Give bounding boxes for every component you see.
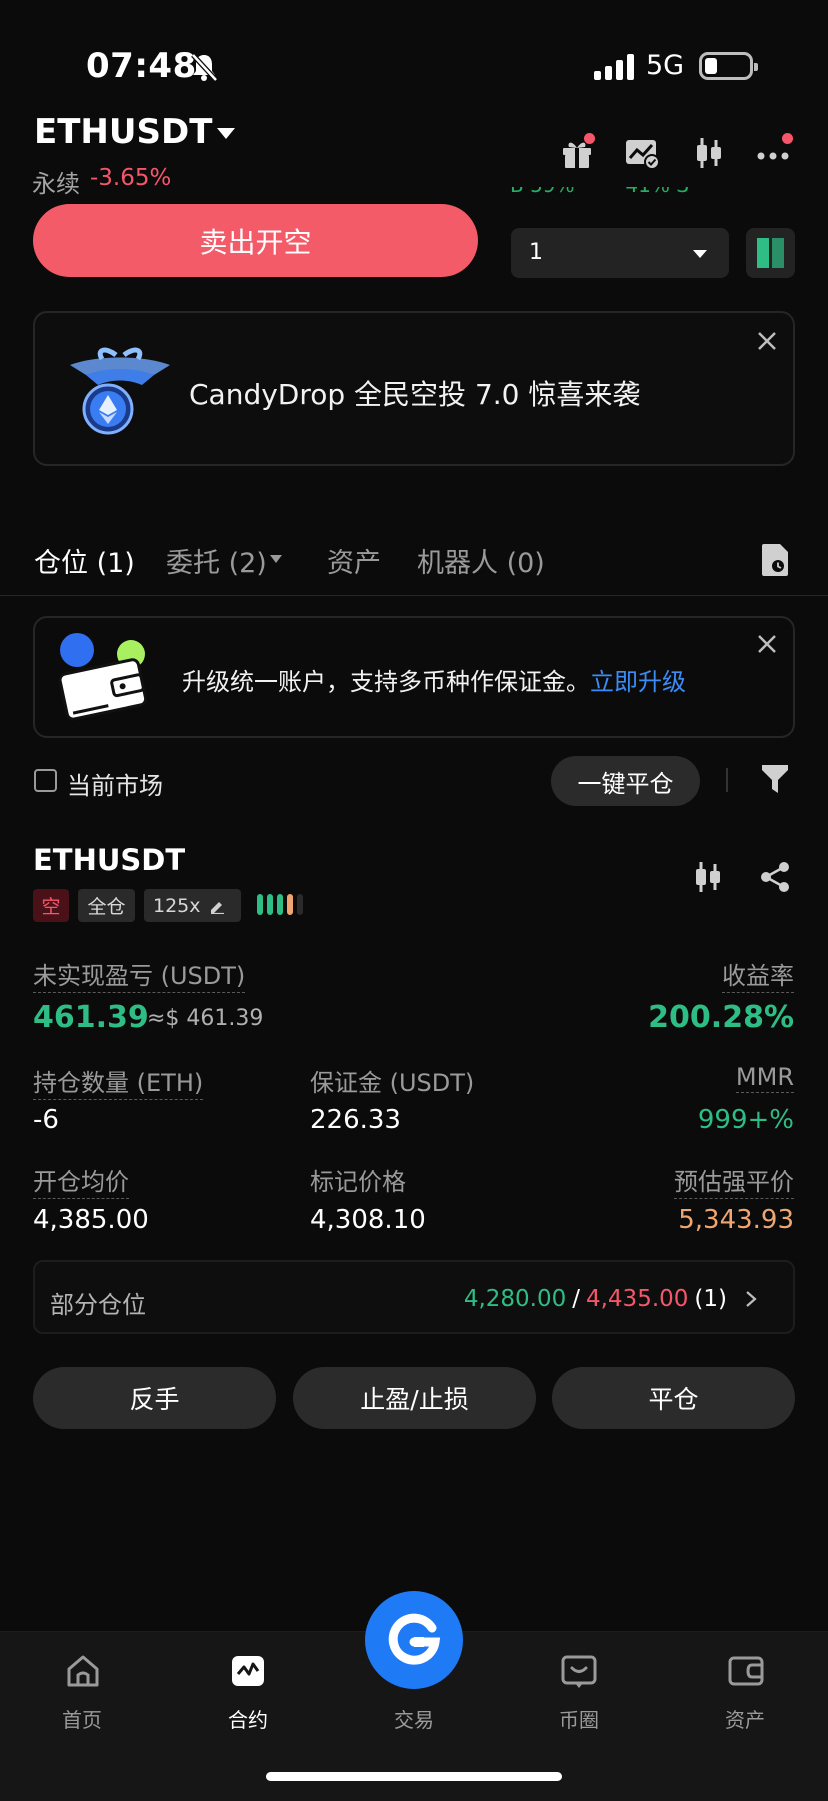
unrealized-pnl-value: 461.39	[33, 1000, 149, 1035]
upgrade-message: 升级统一账户，支持多币种作保证金。	[182, 668, 590, 696]
filter-icon[interactable]	[760, 763, 790, 795]
home-indicator	[266, 1772, 562, 1781]
entry-price-label[interactable]: 开仓均价	[33, 1162, 129, 1199]
reverse-button[interactable]: 反手	[33, 1367, 276, 1429]
current-market-checkbox[interactable]	[34, 769, 57, 792]
risk-bar	[257, 894, 263, 915]
unrealized-pnl-label[interactable]: 未实现盈亏 (USDT)	[33, 956, 246, 993]
nav-assets[interactable]: 资产	[705, 1704, 785, 1733]
price-change: -3.65%	[90, 165, 172, 191]
edit-icon[interactable]	[209, 898, 225, 914]
buy-sell-ratio: B 59% 41% S	[510, 187, 794, 199]
close-icon[interactable]	[756, 330, 778, 352]
close-icon[interactable]	[756, 633, 778, 655]
mark-price-label: 标记价格	[310, 1168, 406, 1196]
futures-icon[interactable]	[229, 1652, 267, 1690]
nav-home[interactable]: 首页	[42, 1704, 122, 1733]
partial-position-label: 部分仓位	[50, 1291, 146, 1319]
tpsl-values: 4,280.00/4,435.00 (1)	[464, 1286, 727, 1312]
stop-loss-price: 4,435.00	[585, 1286, 689, 1312]
candydrop-eth-icon	[70, 347, 170, 435]
tpsl-count: (1)	[694, 1286, 727, 1312]
mmr-value: 999+%	[697, 1105, 794, 1135]
candlestick-icon[interactable]	[691, 860, 725, 894]
tpsl-separator: /	[572, 1286, 580, 1312]
trade-button[interactable]	[365, 1591, 463, 1689]
risk-bar	[267, 894, 273, 915]
close-position-button[interactable]: 平仓	[552, 1367, 795, 1429]
symbol-selector[interactable]: ETHUSDT	[34, 112, 212, 152]
upgrade-text: 升级统一账户，支持多币种作保证金。立即升级	[182, 662, 686, 697]
current-market-label[interactable]: 当前市场	[67, 766, 163, 801]
wallet-icon[interactable]	[727, 1652, 765, 1690]
position-size-value: -6	[33, 1105, 59, 1135]
mark-price-value: 4,308.10	[310, 1205, 426, 1235]
gift-icon[interactable]	[560, 133, 595, 170]
network-type: 5G	[646, 50, 685, 81]
risk-bar	[297, 894, 303, 915]
chart-check-icon[interactable]	[624, 136, 660, 170]
caret-down-icon[interactable]	[693, 250, 707, 258]
mmr-label[interactable]: MMR	[735, 1063, 794, 1093]
take-profit-price: 4,280.00	[463, 1286, 567, 1312]
caret-down-icon[interactable]	[270, 555, 282, 563]
sell-open-short-button[interactable]: 卖出开空	[33, 204, 478, 277]
margin-value: 226.33	[310, 1105, 401, 1135]
candlestick-icon[interactable]	[692, 136, 726, 170]
roe-value: 200.28%	[648, 1000, 794, 1035]
liquidation-price-label[interactable]: 预估强平价	[674, 1162, 794, 1199]
wallet-icon	[58, 633, 148, 721]
close-all-button[interactable]: 一键平仓	[551, 756, 700, 806]
promo-text: CandyDrop 全民空投 7.0 惊喜来袭	[189, 378, 641, 411]
signal-icon	[594, 54, 634, 80]
contract-type: 永续	[32, 170, 80, 198]
nav-community[interactable]: 币圈	[539, 1704, 619, 1733]
chevron-right-icon[interactable]	[744, 1290, 758, 1308]
roe-label[interactable]: 收益率	[722, 956, 794, 993]
bell-slash-icon	[191, 53, 218, 82]
quantity-value: 1	[529, 240, 543, 265]
leverage-value: 125x	[153, 894, 201, 917]
leverage-badge[interactable]: 125x	[144, 889, 241, 922]
side-badge: 空	[33, 889, 69, 922]
nav-trade[interactable]: 交易	[374, 1704, 454, 1733]
layout-toggle-button[interactable]	[746, 228, 795, 278]
divider	[726, 768, 728, 792]
risk-bar	[277, 894, 283, 915]
share-icon[interactable]	[758, 860, 792, 894]
community-icon[interactable]	[560, 1652, 598, 1690]
tab-bots[interactable]: 机器人 (0)	[417, 541, 545, 580]
position-symbol[interactable]: ETHUSDT	[33, 843, 185, 877]
caret-down-icon[interactable]	[217, 128, 235, 139]
battery-icon	[699, 52, 758, 80]
history-document-icon[interactable]	[760, 543, 790, 577]
tab-assets[interactable]: 资产	[327, 541, 381, 580]
trade-logo-icon	[388, 1613, 441, 1665]
more-icon[interactable]	[756, 133, 793, 170]
status-time: 07:48	[86, 46, 197, 86]
home-icon[interactable]	[64, 1652, 102, 1690]
tpsl-button[interactable]: 止盈/止损	[293, 1367, 536, 1429]
unrealized-pnl-usd: ≈$ 461.39	[147, 1006, 264, 1031]
nav-futures[interactable]: 合约	[208, 1704, 288, 1733]
tab-positions[interactable]: 仓位 (1)	[34, 541, 135, 580]
margin-label: 保证金 (USDT)	[310, 1069, 475, 1097]
entry-price-value: 4,385.00	[33, 1205, 149, 1235]
tab-orders[interactable]: 委托 (2)	[166, 541, 267, 580]
position-size-label[interactable]: 持仓数量 (ETH)	[33, 1063, 204, 1100]
margin-mode-badge: 全仓	[78, 889, 135, 922]
risk-level-indicator	[257, 894, 303, 915]
liquidation-price-value: 5,343.93	[678, 1205, 794, 1235]
risk-bar	[287, 894, 293, 915]
upgrade-now-link[interactable]: 立即升级	[590, 668, 686, 696]
tabs-divider	[0, 595, 828, 596]
